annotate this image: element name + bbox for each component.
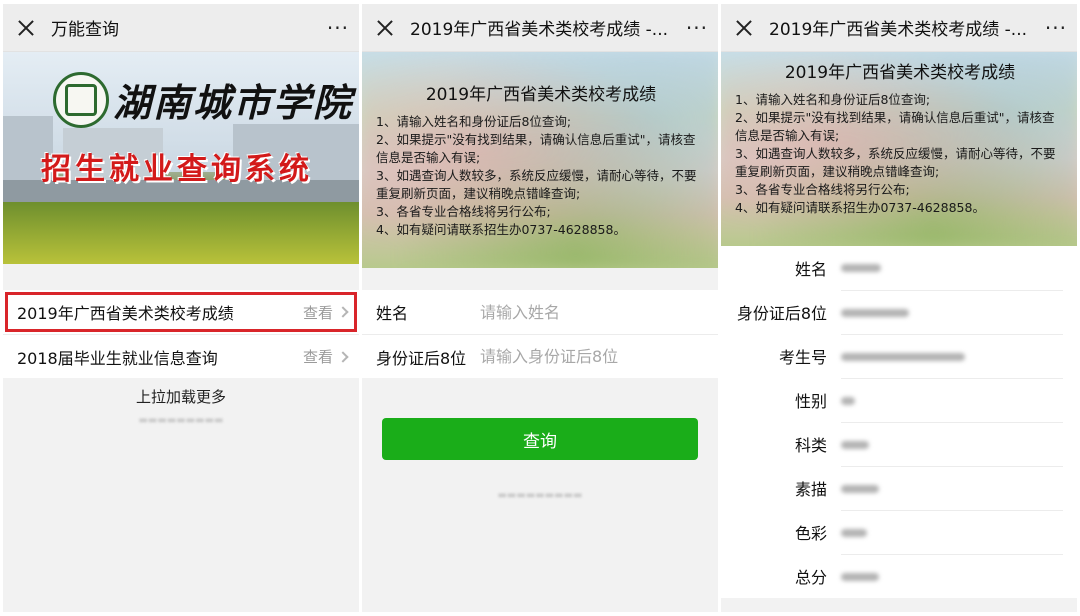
result-row-name: 姓名 (721, 246, 1077, 290)
list-item-label: 2018届毕业生就业信息查询 (17, 348, 218, 368)
notice-banner: 2019年广西省美术类校考成绩 1、请输入姓名和身份证后8位查询; 2、如果提示… (362, 52, 718, 268)
list-item-label: 2019年广西省美术类校考成绩 (17, 304, 234, 323)
query-list: 2019年广西省美术类校考成绩 查看 2018届毕业生就业信息查询 查看 (3, 290, 359, 378)
notice-line: 1、请输入姓名和身份证后8位查询; (735, 92, 931, 107)
result-value-redacted (841, 572, 879, 581)
screen-search-home: 万能查询 ··· 湖南城市学院 招生就业查询系统 2019年广西省美术类校考成绩… (3, 4, 359, 612)
view-link[interactable]: 查看 (303, 346, 333, 367)
title-bar: 2019年广西省美术类校考成绩 -... ··· (721, 4, 1077, 52)
banner-title: 2019年广西省美术类校考成绩 (425, 85, 657, 105)
result-label: 素描 (794, 480, 827, 499)
result-label: 总分 (794, 568, 827, 587)
page-title: 2019年广西省美术类校考成绩 -... (410, 20, 669, 40)
notice-line: 2、如果提示"没有找到结果，请确认信息后重试"，请核查信息是否输入有误; (376, 132, 696, 165)
list-item-2018-employment[interactable]: 2018届毕业生就业信息查询 查看 (3, 334, 359, 378)
load-more-text[interactable]: 上拉加载更多 (3, 386, 359, 407)
result-row-id: 身份证后8位 (721, 290, 1077, 334)
view-link[interactable]: 查看 (303, 302, 333, 323)
school-logo-icon (53, 72, 109, 128)
name-label: 姓名 (376, 304, 409, 323)
close-icon[interactable] (15, 17, 37, 39)
result-value-redacted (841, 264, 881, 272)
result-label: 科类 (794, 436, 827, 455)
name-row: 姓名 (362, 290, 718, 334)
result-row-exam-no: 考生号 (721, 334, 1077, 378)
close-icon[interactable] (733, 17, 755, 39)
result-row-total: 总分 (721, 554, 1077, 598)
notice-line: 4、如有疑问请联系招生办0737-4628858。 (376, 222, 626, 237)
id-row: 身份证后8位 (362, 334, 718, 378)
id-label: 身份证后8位 (376, 348, 467, 368)
result-row-sketch: 素描 (721, 466, 1077, 510)
result-value-redacted (841, 308, 909, 317)
banner-title: 2019年广西省美术类校考成绩 (784, 63, 1016, 83)
query-form: 姓名 身份证后8位 (362, 290, 718, 378)
result-value-redacted (841, 528, 867, 537)
result-row-category: 科类 (721, 422, 1077, 466)
notice-line: 3、如遇查询人数较多，系统反应缓慢，请耐心等待，不要重复刷新页面，建议稍晚点错峰… (376, 168, 697, 201)
result-row-color: 色彩 (721, 510, 1077, 554)
more-menu-icon[interactable]: ··· (327, 16, 349, 40)
result-row-gender: 性别 (721, 378, 1077, 422)
notice-line: 2、如果提示"没有找到结果，请确认信息后重试"，请核查信息是否输入有误; (735, 110, 1055, 143)
result-label: 身份证后8位 (736, 304, 827, 323)
close-icon[interactable] (374, 17, 396, 39)
tech-support-text: ▬▬▬▬▬▬▬▬▬ (497, 490, 583, 501)
result-label: 色彩 (794, 524, 827, 543)
notice-line: 1、请输入姓名和身份证后8位查询; (376, 114, 572, 129)
result-value-redacted (841, 396, 855, 405)
more-menu-icon[interactable]: ··· (686, 16, 708, 40)
notice-line: 3、各省专业合格线将另行公布; (376, 204, 551, 219)
chevron-right-icon (337, 306, 349, 318)
chevron-right-icon (337, 350, 349, 363)
school-name: 湖南城市学院 (113, 80, 354, 125)
screen-query-result: 2019年广西省美术类校考成绩 -... ··· 2019年广西省美术类校考成绩… (721, 4, 1077, 612)
name-input[interactable] (480, 302, 704, 322)
more-menu-icon[interactable]: ··· (1045, 16, 1067, 40)
school-banner: 湖南城市学院 招生就业查询系统 (3, 52, 359, 264)
notice-line: 3、各省专业合格线将另行公布; (735, 182, 910, 197)
result-value-redacted (841, 440, 869, 449)
page-title: 2019年广西省美术类校考成绩 -... (769, 20, 1028, 40)
tech-support-text: ▬▬▬▬▬▬▬▬▬ (138, 415, 224, 426)
screen-query-form: 2019年广西省美术类校考成绩 -... ··· 2019年广西省美术类校考成绩… (362, 4, 718, 612)
title-bar: 2019年广西省美术类校考成绩 -... ··· (362, 4, 718, 52)
page-title: 万能查询 (51, 20, 119, 40)
result-label: 考生号 (778, 348, 827, 367)
banner-hedge (3, 202, 359, 264)
query-button[interactable]: 查询 (382, 418, 698, 460)
notice-banner: 2019年广西省美术类校考成绩 1、请输入姓名和身份证后8位查询; 2、如果提示… (721, 52, 1077, 246)
id-last8-input[interactable] (480, 347, 704, 366)
title-bar: 万能查询 ··· (3, 4, 359, 52)
result-value-redacted (841, 484, 879, 493)
banner-subtitle: 招生就业查询系统 (41, 152, 313, 187)
notice-line: 4、如有疑问请联系招生办0737-4628858。 (735, 200, 985, 215)
notice-line: 3、如遇查询人数较多，系统反应缓慢，请耐心等待，不要重复刷新页面，建议稍晚点错峰… (735, 146, 1056, 179)
result-label: 姓名 (794, 260, 827, 279)
result-value-redacted (841, 352, 965, 361)
result-label: 性别 (794, 392, 827, 411)
result-table: 姓名 身份证后8位 考生号 性别 科类 素描 色彩 总分 (721, 246, 1077, 598)
list-item-guangxi-art-scores[interactable]: 2019年广西省美术类校考成绩 查看 (3, 290, 359, 334)
